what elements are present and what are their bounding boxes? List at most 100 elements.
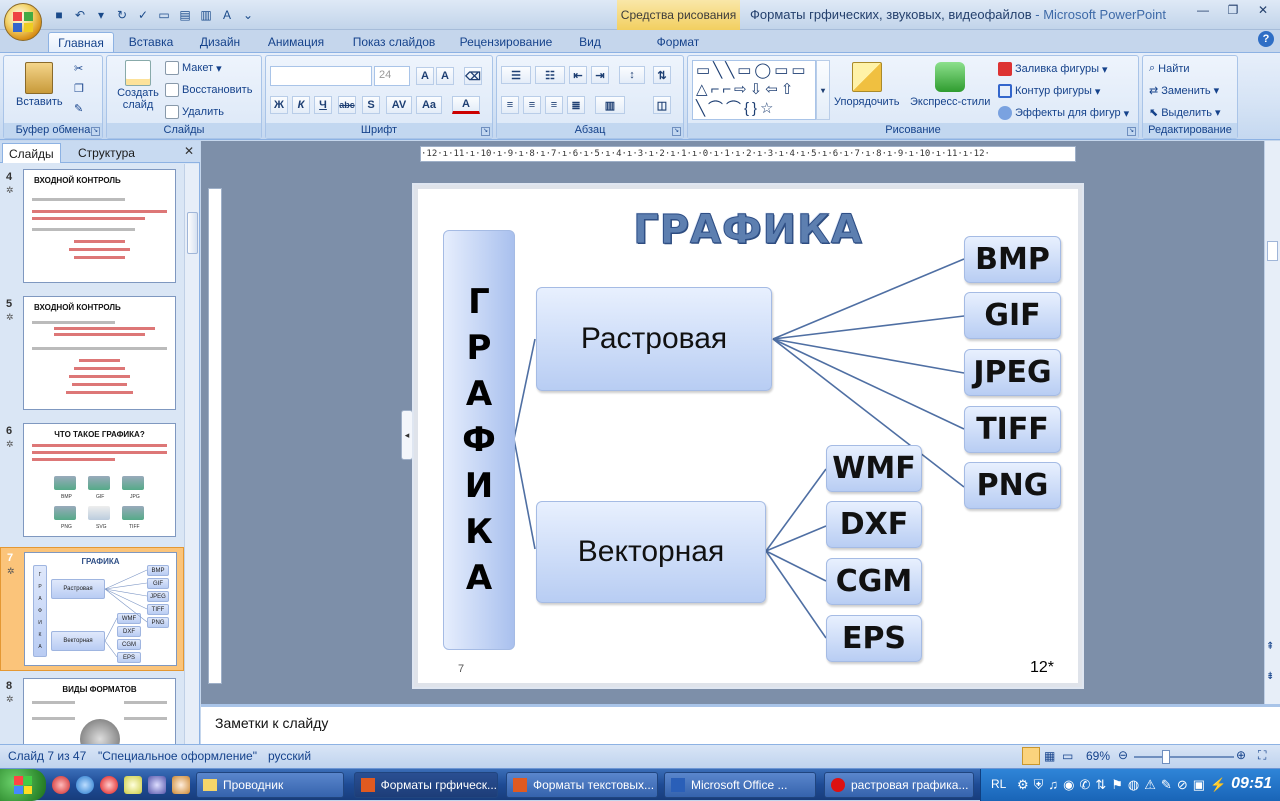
tray-icons[interactable]: ⚙⛨♫◉✆⇅⚑◍⚠✎⊘▣⚡ [1017,777,1231,793]
shadow-button[interactable]: S [362,96,380,114]
close-icon[interactable]: ✕ [1248,0,1278,20]
minimize-icon[interactable]: — [1188,0,1218,20]
slide-thumbnail-7[interactable]: 7 ✲ ГРАФИКА Г Р А Ф И К А Растровая Вект… [0,547,184,671]
slide-canvas[interactable]: ГРАФИКА Г Р А Ф И К А Растровая Векторна… [418,189,1078,683]
opera-launch-icon[interactable] [52,776,70,794]
clock[interactable]: 09:51 [1231,775,1272,793]
slide-thumbnail-5[interactable]: 5 ✲ ВХОДНОЙ КОНТРОЛЬ [0,294,184,414]
undo-dropdown-icon[interactable]: ▾ [92,6,110,24]
tab-home[interactable]: Главная [48,32,114,52]
underline-button[interactable]: Ч [314,96,332,114]
shapes-gallery[interactable]: ▭╲╲▭◯▭▭ △⌐⌐⇨⇩⇦⇧ ╲⌒⌒{}☆ [692,60,816,120]
scroll-thumb[interactable] [1267,241,1278,261]
new-icon[interactable]: ▭ [155,6,173,24]
scroll-thumb[interactable] [187,212,198,254]
char-spacing-icon[interactable]: AV [386,96,412,114]
shape-fill-button[interactable]: Заливка фигуры ▾ [998,62,1108,76]
zoom-out-icon[interactable]: ⊖ [1118,748,1128,762]
tab-format[interactable]: Формат [630,32,726,52]
line-spacing-icon[interactable]: ↕ [619,66,645,84]
leaf-bmp[interactable]: BMP [964,236,1061,283]
copy-icon[interactable]: ❐ [74,82,84,95]
slide-thumbnail-6[interactable]: 6 ✲ ЧТО ТАКОЕ ГРАФИКА? BMP GIF JPG PNG S… [0,421,184,541]
leaf-wmf[interactable]: WMF [826,445,922,492]
ie-launch-icon[interactable] [76,776,94,794]
new-slide-button[interactable]: Создать слайд [113,60,163,111]
find-button[interactable]: ⌕ Найти [1149,62,1190,75]
change-case-icon[interactable]: Aa [416,96,442,114]
notes-pane[interactable]: Заметки к слайду [201,704,1280,744]
slideshow-icon[interactable]: ▭ [1062,749,1073,763]
justify-icon[interactable]: ≣ [567,96,585,114]
taskbar-btn-explorer[interactable]: Проводник [196,772,344,798]
columns-icon[interactable]: ▥ [595,96,625,114]
root-node[interactable]: Г Р А Ф И К А [443,230,515,650]
shrink-font-icon[interactable]: A [436,67,454,85]
paste-button[interactable]: Вставить [16,62,63,108]
select-button[interactable]: ⬉ Выделить ▾ [1149,106,1221,120]
delete-slide-button[interactable]: Удалить [165,105,224,119]
theme-name[interactable]: "Специальное оформление" [98,749,257,763]
tab-animation[interactable]: Анимация [258,32,334,52]
normal-view-icon[interactable] [1022,747,1040,765]
arrange-button[interactable]: Упорядочить [834,62,899,108]
increase-indent-icon[interactable]: ⇥ [591,66,609,84]
vector-node[interactable]: Векторная [536,501,766,603]
slide-thumbnail-8[interactable]: 8 ✲ ВИДЫ ФОРМАТОВ [0,676,184,744]
smartart-icon[interactable]: ◫ [653,96,671,114]
zoom-slider-thumb[interactable] [1162,750,1170,764]
folder-launch-icon[interactable] [124,776,142,794]
help-icon[interactable]: ? [1258,31,1274,47]
open-icon[interactable]: ▤ [176,6,194,24]
dialog-launcher-icon[interactable]: ↘ [672,127,681,136]
leaf-cgm[interactable]: CGM [826,558,922,605]
zoom-slider[interactable] [1134,756,1234,758]
layout-button[interactable]: Макет ▾ [165,61,222,75]
language-indicator[interactable]: русский [268,749,311,763]
font-color-button[interactable]: A [452,96,480,114]
leaf-jpeg[interactable]: JPEG [964,349,1061,396]
restore-icon[interactable]: ❐ [1218,0,1248,20]
zoom-in-icon[interactable]: ⊕ [1236,748,1246,762]
dialog-launcher-icon[interactable]: ↘ [1127,127,1136,136]
format-painter-icon[interactable]: ✎ [74,102,83,115]
strikethrough-button[interactable]: abc [338,96,356,114]
print-icon[interactable]: ▥ [197,6,215,24]
thumbnails-scrollbar[interactable] [184,164,199,744]
leaf-tiff[interactable]: TIFF [964,406,1061,453]
opera-icon[interactable] [100,776,118,794]
grow-font-icon[interactable]: A [416,67,434,85]
replace-button[interactable]: ⇄ Заменить ▾ [1149,84,1219,98]
tab-slides[interactable]: Слайды [2,143,61,163]
font-name-field[interactable] [270,66,372,86]
align-left-icon[interactable]: ≡ [501,96,519,114]
text-direction-icon[interactable]: ⇅ [653,66,671,84]
bold-button[interactable]: Ж [270,96,288,114]
app-launch-icon[interactable] [148,776,166,794]
shape-outline-button[interactable]: Контур фигуры ▾ [998,84,1100,98]
tab-design[interactable]: Дизайн [190,32,250,52]
undo-icon[interactable]: ↶ [71,6,89,24]
raster-node[interactable]: Растровая [536,287,772,391]
slide-thumbnail-4[interactable]: 4 ✲ ВХОДНОЙ КОНТРОЛЬ [0,167,184,287]
tab-insert[interactable]: Вставка [120,32,182,52]
tab-review[interactable]: Рецензирование [452,32,560,52]
taskbar-btn-word[interactable]: Microsoft Office ... [664,772,816,798]
close-pane-icon[interactable]: ✕ [184,144,194,158]
clear-format-icon[interactable]: ⌫ [464,67,482,85]
taskbar-btn-powerpoint2[interactable]: Форматы текстовых... [506,772,658,798]
reset-button[interactable]: Восстановить [165,83,252,97]
cut-icon[interactable]: ✂ [74,62,83,75]
app-launch-icon[interactable] [172,776,190,794]
taskbar-btn-powerpoint[interactable]: Форматы грфическ... [354,772,498,798]
slide-sorter-icon[interactable]: ▦ [1044,749,1055,763]
next-slide-icon[interactable]: ⇟ [1266,671,1274,682]
italic-button[interactable]: К [292,96,310,114]
quick-styles-button[interactable]: Экспресс-стили [910,62,990,108]
leaf-png[interactable]: PNG [964,462,1061,509]
leaf-gif[interactable]: GIF [964,292,1061,339]
prev-slide-icon[interactable]: ⇞ [1266,641,1274,652]
decrease-indent-icon[interactable]: ⇤ [569,66,587,84]
tab-slideshow[interactable]: Показ слайдов [344,32,444,52]
leaf-dxf[interactable]: DXF [826,501,922,548]
